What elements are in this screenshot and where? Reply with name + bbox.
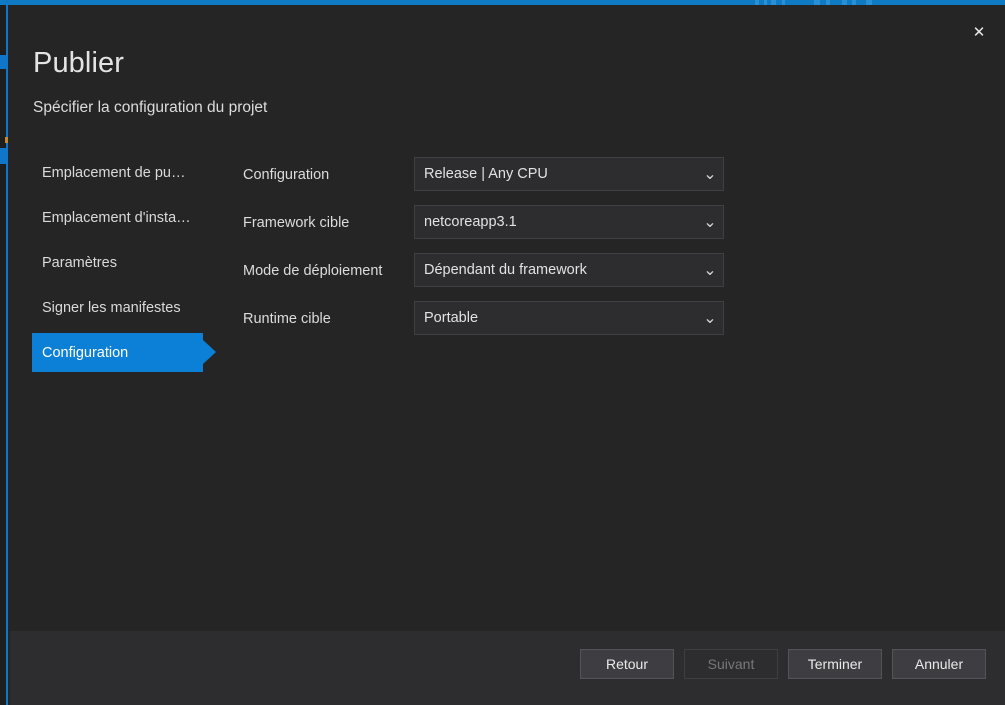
back-button[interactable]: Retour: [580, 649, 674, 679]
sidebar-item-label: Emplacement de pu…: [42, 164, 186, 181]
sidebar-item-label: Signer les manifestes: [42, 299, 181, 316]
dropdown-selected-value: Release | Any CPU: [424, 166, 548, 182]
button-label: Terminer: [807, 656, 863, 672]
dropdown-target-runtime[interactable]: Portable ⌄: [414, 301, 724, 335]
publish-dialog: ✕ Publier Spécifier la configuration du …: [10, 5, 1005, 705]
label-configuration: Configuration: [243, 167, 330, 183]
dropdown-selected-value: netcoreapp3.1: [424, 214, 517, 230]
sidebar-item-label: Emplacement d'insta…: [42, 209, 191, 226]
background-window-marker: [0, 55, 7, 69]
button-label: Retour: [605, 656, 649, 672]
finish-button[interactable]: Terminer: [788, 649, 882, 679]
page-title: Publier: [33, 47, 124, 79]
chevron-down-icon: ⌄: [703, 262, 717, 279]
chevron-down-icon: ⌄: [703, 310, 717, 327]
dropdown-selected-value: Portable: [424, 310, 479, 326]
chevron-right-icon: [203, 340, 216, 364]
sidebar-item-sign-manifests[interactable]: Signer les manifestes: [10, 285, 225, 330]
sidebar-item-publish-location[interactable]: Emplacement de pu…: [10, 150, 225, 195]
label-target-framework: Framework cible: [243, 215, 350, 231]
label-target-runtime: Runtime cible: [243, 311, 331, 327]
close-glyph: ✕: [972, 23, 986, 41]
dropdown-configuration[interactable]: Release | Any CPU ⌄: [414, 157, 724, 191]
dropdown-selected-value: Dépendant du framework: [424, 262, 587, 278]
sidebar-item-settings[interactable]: Paramètres: [10, 240, 225, 285]
sidebar-item-label: Configuration: [42, 344, 129, 361]
dropdown-deployment-mode[interactable]: Dépendant du framework ⌄: [414, 253, 724, 287]
dialog-footer: Retour Suivant Terminer Annuler: [10, 631, 1005, 705]
next-button: Suivant: [684, 649, 778, 679]
chevron-down-icon: ⌄: [703, 214, 717, 231]
sidebar-item-install-location[interactable]: Emplacement d'insta…: [10, 195, 225, 240]
page-subtitle: Spécifier la configuration du projet: [33, 99, 268, 116]
button-label: Suivant: [707, 656, 755, 672]
cancel-button[interactable]: Annuler: [892, 649, 986, 679]
sidebar-item-configuration[interactable]: Configuration: [10, 330, 225, 375]
dropdown-target-framework[interactable]: netcoreapp3.1 ⌄: [414, 205, 724, 239]
footer-button-group: Retour Suivant Terminer Annuler: [580, 649, 986, 679]
sidebar-item-label: Paramètres: [42, 254, 117, 271]
label-deployment-mode: Mode de déploiement: [243, 263, 383, 279]
button-label: Annuler: [914, 656, 964, 672]
chevron-down-icon: ⌄: [703, 166, 717, 183]
background-window-marker: [0, 148, 7, 164]
close-icon[interactable]: ✕: [961, 14, 997, 50]
wizard-step-nav: Emplacement de pu… Emplacement d'insta… Pa…: [10, 150, 225, 375]
